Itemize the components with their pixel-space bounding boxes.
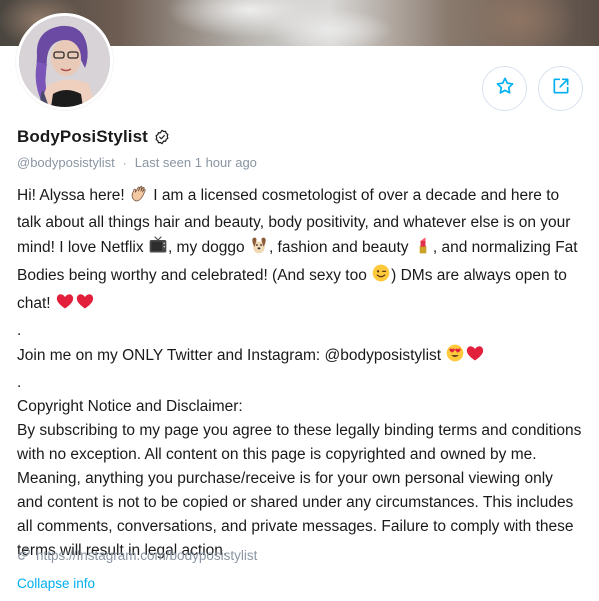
lipstick-icon	[413, 235, 433, 263]
star-icon	[495, 76, 515, 101]
meta-separator: ·	[122, 155, 127, 170]
verified-icon	[154, 129, 170, 145]
bio-text: Hi! Alyssa here!	[17, 187, 129, 204]
heart-icon	[75, 291, 95, 319]
tv-icon	[148, 235, 168, 263]
bio-disclaimer-title: Copyright Notice and Disclaimer:	[17, 398, 243, 415]
profile-name-row: BodyPosiStylist	[17, 127, 170, 147]
avatar[interactable]	[16, 13, 113, 110]
wink-face-icon	[371, 263, 391, 291]
profile-handle: @bodyposistylist	[17, 155, 115, 170]
profile-meta: @bodyposistylist · Last seen 1 hour ago	[17, 155, 257, 170]
bio-text: , fashion and beauty	[268, 239, 413, 256]
collapse-info-button[interactable]: Collapse info	[17, 576, 95, 591]
profile-bio: Hi! Alyssa here! I am a licensed cosmeto…	[17, 183, 583, 563]
bio-separator: .	[17, 322, 22, 339]
last-seen: Last seen 1 hour ago	[134, 155, 257, 170]
heart-eyes-face-icon	[445, 343, 465, 371]
heart-icon	[55, 291, 75, 319]
wave-hand-icon	[129, 183, 149, 211]
bio-text: , my doggo	[167, 239, 249, 256]
bio-text: Join me on my ONLY Twitter and Instagram…	[17, 347, 446, 364]
share-button[interactable]	[538, 66, 583, 111]
link-icon	[17, 547, 31, 564]
bio-separator: .	[17, 374, 22, 391]
profile-name: BodyPosiStylist	[17, 127, 148, 146]
heart-icon	[465, 343, 485, 371]
avatar-photo	[19, 16, 110, 107]
bio-intro: Hi! Alyssa here! I am a licensed cosmeto…	[17, 183, 583, 319]
share-icon	[551, 76, 571, 101]
profile-link-row: https://Instagram.com/bodyposistylist	[17, 547, 257, 564]
profile-link[interactable]: https://Instagram.com/bodyposistylist	[36, 548, 257, 563]
favorite-button[interactable]	[482, 66, 527, 111]
dog-face-icon	[249, 235, 269, 263]
bio-social: Join me on my ONLY Twitter and Instagram…	[17, 343, 583, 371]
bio-disclaimer-body: By subscribing to my page you agree to t…	[17, 422, 582, 559]
